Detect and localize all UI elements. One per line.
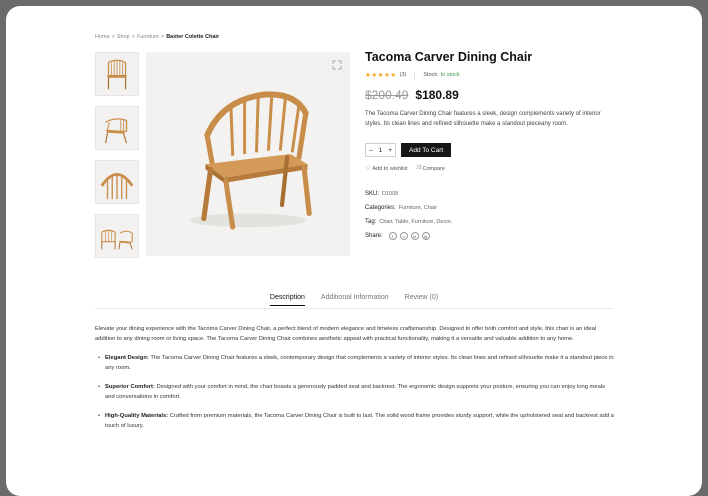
tab-additional-information[interactable]: Additional Information xyxy=(321,294,389,306)
breadcrumb-separator: > xyxy=(111,34,115,40)
linkedin-icon[interactable]: in xyxy=(410,232,419,240)
sku-row: SKU: D1008 xyxy=(365,190,615,198)
chair-back-detail-image xyxy=(100,172,134,200)
feature-item: High-Quality Materials: Crafted from pre… xyxy=(95,411,615,431)
stock-status: In stock xyxy=(440,72,460,78)
breadcrumb-furniture[interactable]: Furniture xyxy=(137,34,159,40)
feature-title: Superior Comfort: xyxy=(105,384,155,390)
divider xyxy=(414,71,416,79)
breadcrumb-home[interactable]: Home xyxy=(95,34,110,40)
tab-description[interactable]: Description xyxy=(269,294,305,306)
quantity-stepper: – 1 + xyxy=(365,143,396,157)
feature-text: Crafted from premium materials, the Taco… xyxy=(105,413,614,429)
price-row: $200.49 $180.89 xyxy=(365,88,615,102)
tabs-divider xyxy=(95,308,613,309)
feature-text: The Tacoma Carver Dining Chair features … xyxy=(105,355,614,371)
facebook-icon[interactable]: f xyxy=(388,232,397,240)
social-links: f x in ig xyxy=(386,232,430,240)
compare-link[interactable]: ⤨ Compare xyxy=(416,165,445,172)
chair-front-image xyxy=(107,59,127,90)
action-links: ♡ Add to wishlist ⤨ Compare xyxy=(365,165,615,172)
share-label: Share: xyxy=(365,233,383,239)
thumbnail-front[interactable] xyxy=(95,52,139,96)
star-rating-icon: ★★★★★ xyxy=(365,72,397,79)
heart-icon: ♡ xyxy=(365,166,371,172)
thumbnail-side[interactable] xyxy=(95,106,139,150)
breadcrumb-current: Baxter Colette Chair xyxy=(166,34,220,40)
tag-label: Tag: xyxy=(365,219,377,225)
breadcrumb-shop[interactable]: Shop xyxy=(117,34,130,40)
quantity-increase-button[interactable]: + xyxy=(388,147,392,154)
page-frame: Home > Shop > Furniture > Baxter Colette Chair xyxy=(6,6,702,496)
rating-row: ★★★★★ (3) Stock: In stock xyxy=(365,71,615,79)
product-title: Tacoma Carver Dining Chair xyxy=(365,50,533,64)
tag-row: Tag: Chair, Table, Furniture, Decor, xyxy=(365,218,615,226)
short-description: The Tacoma Carver Dining Chair features … xyxy=(365,111,601,127)
wishlist-link[interactable]: ♡ Add to wishlist xyxy=(365,165,408,173)
chair-side-image xyxy=(105,118,128,144)
description-content: Elevate your dining experience with the … xyxy=(95,324,615,440)
categories-label: Categories: xyxy=(365,205,396,211)
stock-label: Stock: xyxy=(423,72,439,78)
feature-item: Elegant Design: The Tacoma Carver Dining… xyxy=(95,353,615,373)
review-count[interactable]: (3) xyxy=(400,72,407,78)
categories-row: Categories: Furniture, Chair xyxy=(365,204,615,212)
product-meta: SKU: D1008 Categories: Furniture, Chair … xyxy=(365,190,615,240)
feature-item: Superior Comfort: Designed with your com… xyxy=(95,382,615,402)
feature-title: High-Quality Materials: xyxy=(105,413,169,419)
thumbnail-back[interactable] xyxy=(95,160,139,204)
feature-text: Designed with your comfort in mind, the … xyxy=(105,384,605,400)
old-price: $200.49 xyxy=(365,88,409,102)
thumbnail-gallery xyxy=(95,52,139,268)
breadcrumb: Home > Shop > Furniture > Baxter Colette Chair xyxy=(95,34,219,40)
product-tabs: Description Additional Information Revie… xyxy=(6,294,702,306)
instagram-icon[interactable]: ig xyxy=(421,232,430,240)
feature-title: Elegant Design: xyxy=(105,355,149,361)
breadcrumb-separator: > xyxy=(160,34,165,40)
sale-price: $180.89 xyxy=(415,88,459,102)
main-product-image[interactable] xyxy=(146,52,350,256)
product-info: Tacoma Carver Dining Chair ★★★★★ (3) Sto… xyxy=(365,50,615,246)
description-intro: Elevate your dining experience with the … xyxy=(95,326,597,342)
share-row: Share: f x in ig xyxy=(365,232,615,240)
chair-main-image xyxy=(190,91,312,230)
x-twitter-icon[interactable]: x xyxy=(399,232,408,240)
quantity-value[interactable]: 1 xyxy=(379,147,383,154)
quantity-decrease-button[interactable]: – xyxy=(369,147,373,154)
feature-list: Elegant Design: The Tacoma Carver Dining… xyxy=(95,353,615,431)
wishlist-label: Add to wishlist xyxy=(372,165,408,172)
thumbnail-pair[interactable] xyxy=(95,214,139,258)
sku-value: D1008 xyxy=(382,191,399,197)
chair-pair-image xyxy=(101,229,133,250)
categories-value[interactable]: Furniture, Chair xyxy=(399,205,437,211)
add-to-cart-button[interactable]: Add To Cart xyxy=(401,143,452,157)
compare-label: Compare xyxy=(422,165,445,172)
breadcrumb-separator: > xyxy=(131,34,135,40)
cart-row: – 1 + Add To Cart xyxy=(365,143,615,157)
tag-value[interactable]: Chair, Table, Furniture, Decor, xyxy=(379,219,452,225)
tab-review[interactable]: Review (0) xyxy=(405,294,438,306)
compare-icon: ⤨ xyxy=(415,165,421,171)
expand-icon[interactable] xyxy=(332,60,342,70)
sku-label: SKU: xyxy=(365,191,380,197)
